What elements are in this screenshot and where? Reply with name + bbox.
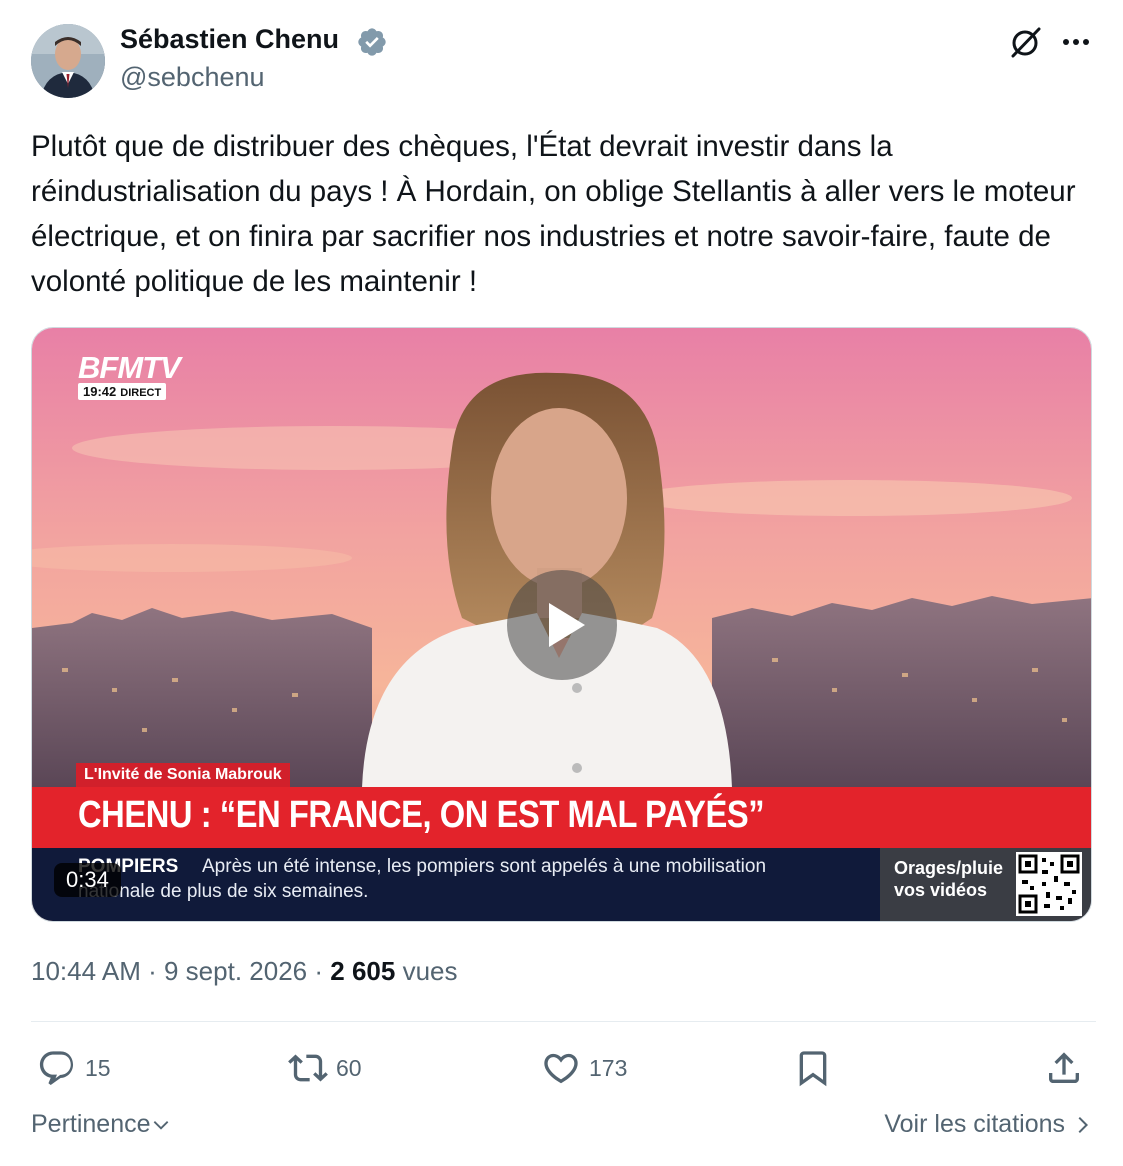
- repost-icon: [288, 1054, 328, 1082]
- like-button[interactable]: 173: [541, 1045, 627, 1091]
- quotes-label: Voir les citations: [884, 1110, 1065, 1138]
- bookmark-button[interactable]: [793, 1045, 833, 1091]
- like-icon: [544, 1053, 578, 1084]
- grok-icon[interactable]: [1008, 24, 1044, 60]
- meta-separator: ·: [148, 956, 157, 986]
- avatar-image: [31, 24, 105, 98]
- avatar[interactable]: [31, 24, 105, 98]
- channel-time-value: 19:42: [83, 384, 117, 399]
- channel-time: 19:42 DIRECT: [78, 383, 167, 400]
- ticker-line-1: Après un été intense, les pompiers sont …: [202, 856, 767, 877]
- repost-button[interactable]: 60: [288, 1045, 362, 1091]
- chevron-right-icon: [1078, 1116, 1089, 1133]
- qr-code-icon: [1016, 852, 1082, 916]
- share-button[interactable]: [1044, 1045, 1084, 1091]
- chevron-down-icon: [153, 1120, 168, 1130]
- weather-text: Orages/pluie vos vidéos: [894, 858, 1004, 900]
- reply-button[interactable]: 15: [37, 1045, 111, 1091]
- reply-count: 15: [85, 1054, 111, 1081]
- play-icon: [549, 603, 585, 647]
- more-icon[interactable]: [1056, 24, 1096, 60]
- video-duration: 0:34: [54, 863, 121, 897]
- like-count: 173: [589, 1054, 628, 1081]
- bookmark-icon: [799, 1051, 827, 1087]
- tweet-text: Plutôt que de distribuer des chèques, l'…: [31, 130, 1076, 298]
- channel-logo: BFMTV: [78, 350, 181, 385]
- author-name[interactable]: Sébastien Chenu: [120, 24, 339, 55]
- tweet-meta: 10:44 AM · 9 sept. 2026 · 2 605 vues: [31, 956, 458, 987]
- play-button[interactable]: [507, 570, 617, 680]
- verified-badge-icon: [358, 28, 386, 56]
- tweet-time[interactable]: 10:44 AM: [31, 956, 141, 986]
- ticker-line-2: nationale de plus de six semaines.: [78, 881, 369, 902]
- tweet-date[interactable]: 9 sept. 2026: [164, 956, 307, 986]
- meta-separator: ·: [314, 956, 324, 986]
- views-count: 2 605: [330, 956, 396, 986]
- video-headline: CHENU : “EN FRANCE, ON EST MAL PAYÉS”: [78, 794, 765, 836]
- show-tag: L'Invité de Sonia Mabrouk: [76, 763, 290, 787]
- video-player[interactable]: BFMTV 19:42 DIRECT L'Invité de Sonia Mabr…: [31, 327, 1092, 922]
- reply-icon: [39, 1051, 74, 1086]
- channel-live-label: DIRECT: [120, 387, 162, 399]
- views-label: vues: [402, 956, 458, 986]
- sort-label: Pertinence: [31, 1110, 151, 1138]
- divider: [31, 1021, 1096, 1022]
- share-icon: [1049, 1052, 1079, 1083]
- author-handle[interactable]: @sebchenu: [120, 62, 265, 93]
- view-quotes-link[interactable]: Voir les citations: [884, 1110, 1093, 1139]
- sort-dropdown[interactable]: Pertinence: [31, 1110, 171, 1139]
- repost-count: 60: [336, 1054, 362, 1081]
